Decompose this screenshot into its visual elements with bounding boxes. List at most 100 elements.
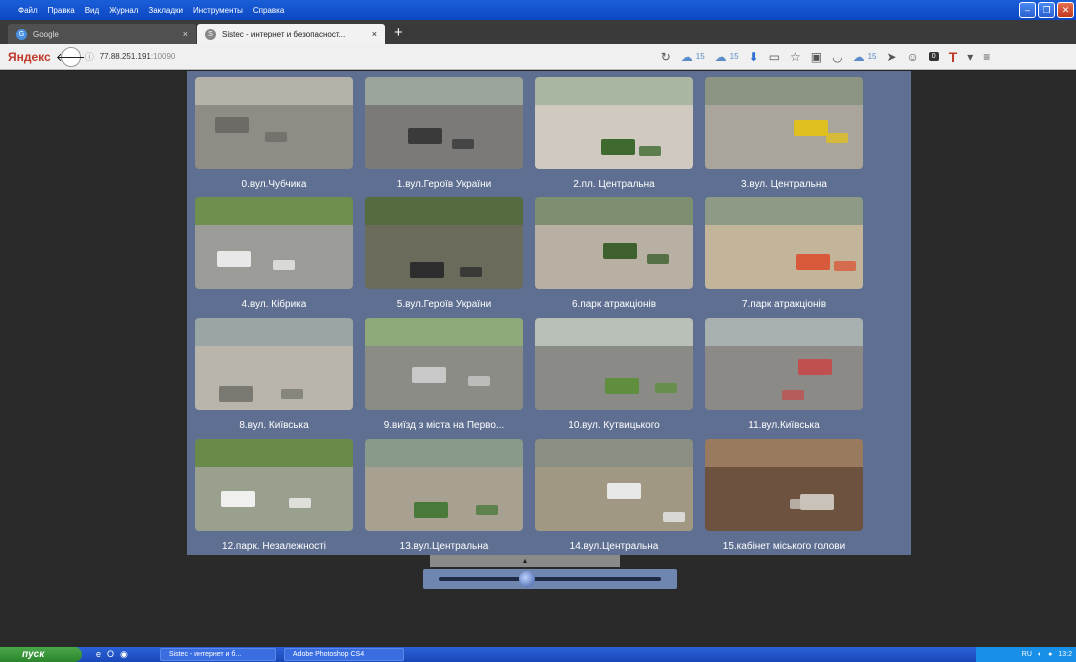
taskbar-item-browser[interactable]: Sistec - интернет и б... [159, 648, 276, 661]
camera-thumbnail[interactable] [535, 318, 693, 410]
restore-icon[interactable]: ❐ [1038, 2, 1055, 18]
slider-handle[interactable] [519, 571, 535, 587]
camera-tile[interactable]: 8.вул. Київська [195, 318, 353, 431]
weather-widget-1[interactable]: ☁ 15 [681, 50, 705, 64]
camera-label[interactable]: 3.вул. Центральна [705, 179, 863, 190]
new-tab-button[interactable]: + [394, 24, 403, 41]
dropdown-icon[interactable]: ▾ [967, 50, 973, 64]
language-indicator[interactable]: RU [1022, 651, 1032, 658]
tab-sistec[interactable]: S Sistec - интернет и безопасност... × [197, 24, 385, 44]
camera-label[interactable]: 7.парк атракціонів [705, 299, 863, 310]
camera-label[interactable]: 2.пл. Центральна [535, 179, 693, 190]
slider-track[interactable] [439, 577, 661, 581]
camera-label[interactable]: 11.вул.Київська [705, 420, 863, 431]
opera-icon[interactable]: O [107, 649, 114, 660]
weather-widget-3[interactable]: ☁ 15 [853, 50, 877, 64]
chat-icon[interactable]: ☺ [907, 50, 919, 64]
cloud-icon: ☁ [852, 49, 865, 64]
tray-icon[interactable]: ● [1048, 651, 1052, 658]
menu-file[interactable]: Файл [18, 6, 38, 15]
camera-label[interactable]: 5.вул.Героїв України [365, 299, 523, 310]
camera-tile[interactable]: 15.кабінет міського голови [705, 439, 863, 552]
tab-close-icon[interactable]: × [372, 29, 377, 39]
camera-thumbnail[interactable] [365, 318, 523, 410]
camera-tile[interactable]: 7.парк атракціонів [705, 197, 863, 310]
camera-label[interactable]: 0.вул.Чубчика [195, 179, 353, 190]
tab-close-icon[interactable]: × [183, 29, 188, 39]
menu-tools[interactable]: Инструменты [193, 6, 243, 15]
camera-tile[interactable]: 0.вул.Чубчика [195, 77, 353, 190]
camera-tile[interactable]: 13.вул.Центральна [365, 439, 523, 552]
tab-google[interactable]: G Google × [8, 24, 196, 44]
google-icon: G [16, 28, 27, 40]
bookmark-star-icon[interactable]: ☆ [790, 50, 801, 64]
menu-edit[interactable]: Правка [48, 6, 75, 15]
camera-tile[interactable]: 1.вул.Героїв України [365, 77, 523, 190]
camera-label[interactable]: 1.вул.Героїв України [365, 179, 523, 190]
menu-help[interactable]: Справка [253, 6, 284, 15]
camera-thumbnail[interactable] [195, 439, 353, 531]
menu-bookmarks[interactable]: Закладки [148, 6, 183, 15]
page-slider[interactable] [423, 569, 677, 589]
yandex-logo[interactable]: Яндекс [8, 50, 51, 64]
start-button[interactable]: пуск [0, 647, 82, 662]
camera-thumbnail[interactable] [195, 77, 353, 169]
menu-history[interactable]: Журнал [109, 6, 138, 15]
camera-tile[interactable]: 6.парк атракціонів [535, 197, 693, 310]
camera-thumbnail[interactable] [195, 197, 353, 289]
weather-widget-2[interactable]: ☁ 15 [715, 50, 739, 64]
camera-tile[interactable]: 10.вул. Кутвицького [535, 318, 693, 431]
camera-label[interactable]: 14.вул.Центральна [535, 541, 693, 552]
camera-thumbnail[interactable] [365, 439, 523, 531]
camera-tile[interactable]: 12.парк. Незалежності [195, 439, 353, 552]
minimize-icon[interactable]: – [1019, 2, 1036, 18]
camera-thumbnail[interactable] [365, 77, 523, 169]
camera-tile[interactable]: 11.вул.Київська [705, 318, 863, 431]
address-bar[interactable]: ⓘ 77.88.251.191:10090 [85, 48, 595, 66]
camera-thumbnail[interactable] [705, 77, 863, 169]
menu-view[interactable]: Вид [85, 6, 99, 15]
camera-thumbnail[interactable] [535, 439, 693, 531]
back-button[interactable]: 🡐 [56, 46, 85, 67]
camera-thumbnail[interactable] [705, 197, 863, 289]
camera-label[interactable]: 10.вул. Кутвицького [535, 420, 693, 431]
camera-thumbnail[interactable] [535, 197, 693, 289]
camera-label[interactable]: 9.виїзд з міста на Перво... [365, 420, 523, 431]
camera-thumbnail[interactable] [705, 318, 863, 410]
camera-tile[interactable]: 3.вул. Центральна [705, 77, 863, 190]
clipboard-icon[interactable]: ▣ [811, 50, 822, 64]
camera-label[interactable]: 8.вул. Київська [195, 420, 353, 431]
translate-icon[interactable]: T [949, 49, 958, 65]
camera-tile[interactable]: 4.вул. Кібрика [195, 197, 353, 310]
pocket-icon[interactable]: ◡ [832, 50, 842, 64]
camera-thumbnail[interactable] [535, 77, 693, 169]
screenshot-icon[interactable]: ▭ [769, 50, 780, 64]
camera-label[interactable]: 12.парк. Незалежності [195, 541, 353, 552]
hamburger-menu-icon[interactable]: ≡ [983, 50, 990, 64]
close-window-icon[interactable]: ✕ [1057, 2, 1074, 18]
camera-thumbnail[interactable] [195, 318, 353, 410]
camera-tile[interactable]: 2.пл. Центральна [535, 77, 693, 190]
camera-thumbnail[interactable] [705, 439, 863, 531]
scroll-up-button[interactable]: ▲ [430, 555, 620, 567]
badge-icon[interactable]: 0 [928, 52, 939, 61]
taskbar-item-photoshop[interactable]: Adobe Photoshop CS4 [283, 648, 404, 661]
tray-icon[interactable]: ◐ [1038, 651, 1042, 658]
camera-thumbnail[interactable] [365, 197, 523, 289]
camera-label[interactable]: 13.вул.Центральна [365, 541, 523, 552]
taskbar: пуск e O ◉ Sistec - интернет и б... Adob… [0, 647, 1076, 662]
info-icon[interactable]: ⓘ [85, 50, 94, 63]
ie-icon[interactable]: e [96, 649, 101, 660]
camera-tile[interactable]: 5.вул.Героїв України [365, 197, 523, 310]
send-icon[interactable]: ➤ [886, 50, 896, 64]
task-label: Sistec - интернет и б... [168, 651, 242, 658]
camera-tile[interactable]: 14.вул.Центральна [535, 439, 693, 552]
task-label: Adobe Photoshop CS4 [292, 651, 365, 658]
camera-label[interactable]: 15.кабінет міського голови [705, 541, 863, 552]
camera-tile[interactable]: 9.виїзд з міста на Перво... [365, 318, 523, 431]
camera-label[interactable]: 6.парк атракціонів [535, 299, 693, 310]
download-icon[interactable]: ⬇ [749, 50, 759, 64]
camera-label[interactable]: 4.вул. Кібрика [195, 299, 353, 310]
firefox-icon[interactable]: ◉ [120, 649, 128, 660]
reload-icon[interactable]: ↻ [661, 50, 671, 64]
